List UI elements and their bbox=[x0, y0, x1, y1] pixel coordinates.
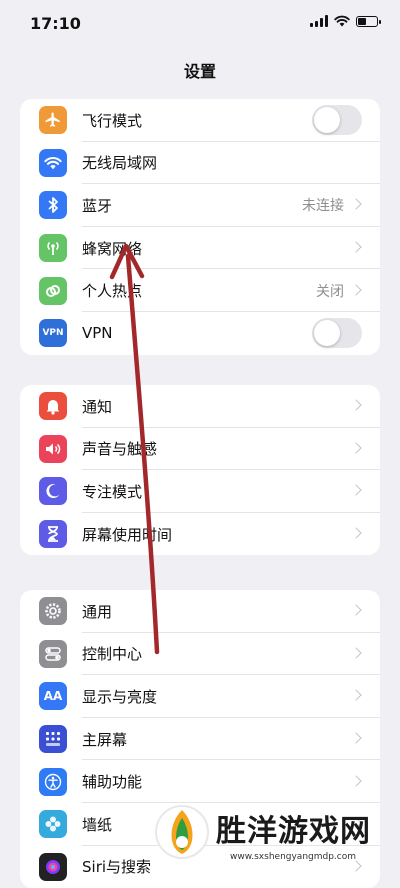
switches-icon bbox=[39, 639, 67, 668]
settings-row-value: 未连接 bbox=[302, 198, 344, 215]
settings-row-label: 专注模式 bbox=[82, 482, 143, 501]
settings-row[interactable]: 辅助功能 bbox=[20, 760, 380, 803]
settings-row-label: VPN bbox=[82, 324, 113, 343]
siri-icon bbox=[39, 852, 67, 881]
settings-row-label: 屏幕使用时间 bbox=[82, 525, 173, 544]
settings-row-label: 墙纸 bbox=[82, 815, 113, 834]
settings-row[interactable]: 专注模式 bbox=[20, 470, 380, 513]
settings-row-label: 辅助功能 bbox=[82, 773, 143, 792]
settings-row[interactable]: 主屏幕 bbox=[20, 718, 380, 761]
notification-bell-icon bbox=[39, 392, 67, 421]
wifi-icon bbox=[39, 148, 67, 177]
airplane-icon bbox=[39, 106, 67, 135]
chevron-right-icon bbox=[350, 399, 362, 411]
watermark: 胜洋游戏网 www.sxshengyangmdp.com bbox=[150, 800, 400, 865]
bluetooth-icon bbox=[39, 191, 67, 220]
settings-row[interactable]: 个人热点 关闭 bbox=[20, 269, 380, 312]
watermark-logo-icon bbox=[155, 805, 209, 859]
chevron-right-icon bbox=[350, 689, 362, 702]
chevron-right-icon bbox=[350, 527, 362, 539]
settings-row[interactable]: 控制中心 bbox=[20, 633, 380, 676]
toggle-switch[interactable] bbox=[312, 105, 362, 136]
antenna-icon bbox=[39, 234, 67, 263]
chevron-right-icon bbox=[350, 775, 362, 787]
chevron-right-icon bbox=[350, 647, 362, 659]
speaker-icon bbox=[39, 434, 67, 463]
settings-row[interactable]: 无线局域网 bbox=[20, 142, 380, 185]
settings-row-label: 飞行模式 bbox=[82, 111, 143, 130]
watermark-url: www.sxshengyangmdp.com bbox=[230, 852, 357, 862]
settings-row-label: 通知 bbox=[82, 397, 113, 416]
settings-row[interactable]: 通用 bbox=[20, 590, 380, 633]
toggle-knob bbox=[314, 320, 340, 347]
wallpaper-icon bbox=[39, 810, 67, 839]
status-icons bbox=[310, 15, 381, 27]
settings-row[interactable]: 通知 bbox=[20, 385, 380, 428]
chevron-right-icon bbox=[350, 484, 362, 497]
wifi-status-icon bbox=[334, 15, 350, 27]
settings-row[interactable]: VPN VPN bbox=[20, 312, 380, 355]
battery-icon bbox=[356, 15, 381, 27]
status-bar: 17:10 bbox=[0, 0, 400, 44]
chevron-right-icon bbox=[350, 284, 362, 296]
chevron-right-icon bbox=[350, 604, 362, 616]
settings-row-label: 个人热点 bbox=[82, 282, 143, 301]
gear-icon bbox=[39, 597, 67, 626]
display-brightness-icon: AA bbox=[39, 682, 67, 711]
settings-row-label: Siri与搜索 bbox=[82, 858, 152, 877]
chevron-right-icon bbox=[350, 442, 362, 454]
settings-row-value: 关闭 bbox=[316, 283, 344, 300]
settings-row-label: 无线局域网 bbox=[82, 154, 158, 173]
chevron-right-icon bbox=[350, 241, 362, 253]
chevron-right-icon bbox=[350, 198, 362, 211]
accessibility-icon bbox=[39, 767, 67, 796]
settings-row[interactable]: 声音与触感 bbox=[20, 428, 380, 471]
watermark-brand: 胜洋游戏网 bbox=[216, 814, 371, 849]
settings-row[interactable]: 屏幕使用时间 bbox=[20, 513, 380, 556]
settings-group-2: 通知声音与触感专注模式屏幕使用时间 bbox=[20, 385, 380, 556]
toggle-knob bbox=[314, 107, 340, 134]
vpn-icon: VPN bbox=[39, 319, 67, 348]
page-title: 设置 bbox=[183, 62, 216, 81]
settings-row-label: 蜂窝网络 bbox=[82, 239, 143, 258]
hotspot-icon bbox=[39, 276, 67, 305]
settings-row[interactable]: 飞行模式 bbox=[20, 99, 380, 142]
settings-row[interactable]: 蓝牙 未连接 bbox=[20, 184, 380, 227]
settings-row-label: 显示与亮度 bbox=[82, 687, 158, 706]
settings-row-label: 主屏幕 bbox=[82, 730, 128, 749]
cellular-signal-icon bbox=[310, 15, 328, 27]
settings-row-label: 声音与触感 bbox=[82, 440, 158, 459]
hourglass-icon bbox=[39, 520, 67, 549]
chevron-right-icon bbox=[350, 732, 362, 744]
settings-row-label: 蓝牙 bbox=[82, 196, 113, 215]
moon-icon bbox=[39, 477, 67, 506]
settings-row-label: 通用 bbox=[82, 602, 113, 621]
settings-row-label: 控制中心 bbox=[82, 645, 143, 664]
settings-group-1: 飞行模式无线局域网蓝牙 未连接蜂窝网络个人热点 关闭 VPN VPN bbox=[20, 99, 380, 355]
settings-row[interactable]: AA 显示与亮度 bbox=[20, 675, 380, 718]
toggle-switch[interactable] bbox=[312, 318, 362, 349]
home-screen-icon bbox=[39, 725, 67, 754]
settings-row[interactable]: 蜂窝网络 bbox=[20, 227, 380, 270]
status-time: 17:10 bbox=[30, 14, 81, 33]
